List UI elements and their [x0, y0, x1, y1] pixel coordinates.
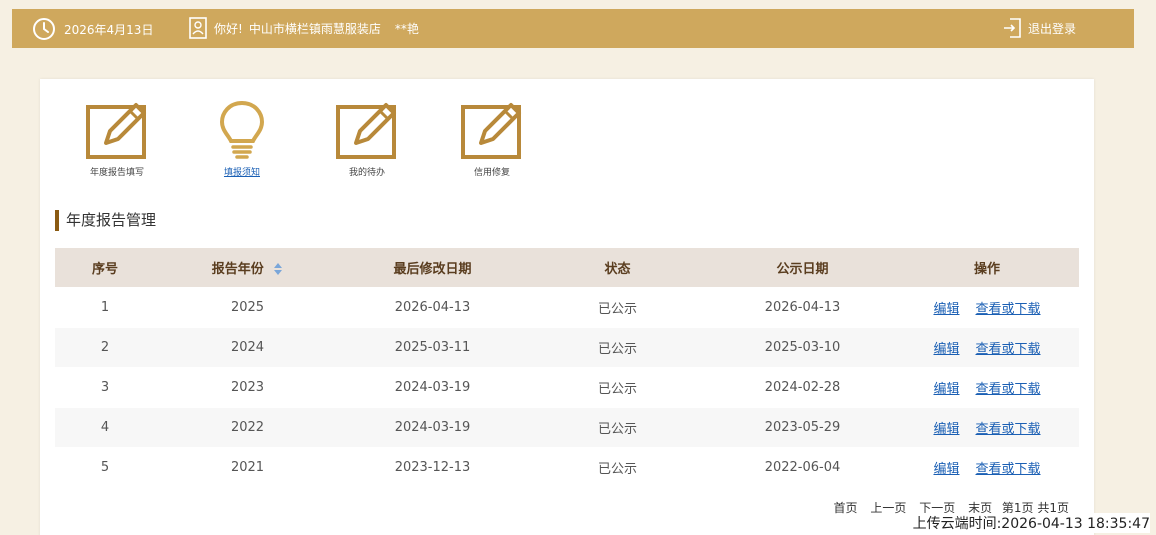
section-title: 年度报告管理	[55, 210, 156, 231]
lightbulb-icon	[219, 100, 265, 159]
cell-actions: 编辑 查看或下载	[895, 286, 1079, 328]
main-card: 年度报告填写 填报须知 我的待办 信用修复 年度报告管理 序号 报告年份 最后修…	[40, 79, 1094, 535]
col-header-year-label: 报告年份	[211, 261, 264, 277]
cell-published: 2025-03-10	[710, 326, 895, 368]
cell-modified: 2023-12-13	[340, 446, 525, 488]
col-header-modified: 最后修改日期	[340, 248, 525, 287]
cell-status: 已公示	[525, 366, 710, 408]
cell-year: 2025	[155, 286, 340, 328]
user-card-icon	[189, 17, 207, 39]
col-header-year[interactable]: 报告年份	[155, 248, 340, 287]
cell-year: 2023	[155, 366, 340, 408]
cell-modified: 2024-03-19	[340, 406, 525, 448]
company-name: 中山市横栏镇雨慧服装店	[248, 21, 381, 36]
edit-icon	[86, 103, 146, 159]
cell-no: 2	[55, 326, 155, 368]
col-header-status: 状态	[525, 248, 710, 287]
table-row: 1 2025 2026-04-13 已公示 2026-04-13 编辑 查看或下载	[55, 286, 1079, 328]
edit-icon	[336, 103, 396, 159]
quick-link-label: 信用修复	[473, 168, 510, 178]
cell-actions: 编辑 查看或下载	[895, 446, 1079, 488]
view-download-link[interactable]: 查看或下载	[976, 382, 1041, 397]
cell-published: 2022-06-04	[710, 446, 895, 488]
cell-year: 2024	[155, 326, 340, 368]
edit-icon	[461, 103, 521, 159]
sort-icon[interactable]	[273, 262, 283, 276]
pager-prev[interactable]: 上一页	[870, 501, 906, 515]
cell-status: 已公示	[525, 326, 710, 368]
cell-actions: 编辑 查看或下载	[895, 366, 1079, 408]
upload-time-watermark: 上传云端时间:2026-04-13 18:35:47	[912, 513, 1150, 533]
quick-link-my-todo[interactable]: 我的待办	[322, 99, 412, 178]
clock-icon	[33, 18, 55, 40]
cell-no: 4	[55, 406, 155, 448]
view-download-link[interactable]: 查看或下载	[976, 342, 1041, 357]
pager-first[interactable]: 首页	[834, 501, 858, 515]
cell-published: 2026-04-13	[710, 286, 895, 328]
edit-link[interactable]: 编辑	[933, 422, 959, 437]
date-text: 2026年4月13日	[64, 22, 154, 37]
cell-modified: 2026-04-13	[340, 286, 525, 328]
view-download-link[interactable]: 查看或下载	[976, 302, 1041, 317]
quick-link-label: 年度报告填写	[89, 168, 144, 178]
table-row: 5 2021 2023-12-13 已公示 2022-06-04 编辑 查看或下载	[55, 446, 1079, 488]
logout-button[interactable]: 退出登录	[1002, 17, 1076, 39]
user-name: **艳	[394, 21, 419, 36]
cell-status: 已公示	[525, 286, 710, 328]
cell-year: 2021	[155, 446, 340, 488]
cell-status: 已公示	[525, 406, 710, 448]
date-display: 2026年4月13日	[32, 17, 153, 41]
cell-actions: 编辑 查看或下载	[895, 406, 1079, 448]
table-row: 4 2022 2024-03-19 已公示 2023-05-29 编辑 查看或下载	[55, 406, 1079, 448]
view-download-link[interactable]: 查看或下载	[976, 462, 1041, 477]
cell-year: 2022	[155, 406, 340, 448]
cell-no: 3	[55, 366, 155, 408]
cell-status: 已公示	[525, 446, 710, 488]
logout-label: 退出登录	[1027, 21, 1076, 36]
quick-link-label: 填报须知	[223, 168, 260, 178]
quick-link-credit-repair[interactable]: 信用修复	[447, 99, 537, 178]
edit-link[interactable]: 编辑	[933, 342, 959, 357]
table-row: 3 2023 2024-03-19 已公示 2024-02-28 编辑 查看或下载	[55, 366, 1079, 408]
view-download-link[interactable]: 查看或下载	[976, 422, 1041, 437]
greeting-text: 你好!	[214, 21, 243, 36]
table-header-row: 序号 报告年份 最后修改日期 状态 公示日期 操作	[55, 248, 1079, 287]
cell-published: 2024-02-28	[710, 366, 895, 408]
annual-report-table: 序号 报告年份 最后修改日期 状态 公示日期 操作 1 2025 2026-04…	[55, 248, 1079, 488]
cell-published: 2023-05-29	[710, 406, 895, 448]
cell-no: 1	[55, 286, 155, 328]
user-greeting: 你好! 中山市横栏镇雨慧服装店 **艳	[188, 16, 419, 40]
cell-modified: 2024-03-19	[340, 366, 525, 408]
logout-icon	[1003, 18, 1021, 38]
edit-link[interactable]: 编辑	[933, 302, 959, 317]
col-header-published: 公示日期	[710, 248, 895, 287]
col-header-actions: 操作	[895, 248, 1079, 287]
col-header-no: 序号	[55, 248, 155, 287]
cell-no: 5	[55, 446, 155, 488]
table-row: 2 2024 2025-03-11 已公示 2025-03-10 编辑 查看或下载	[55, 326, 1079, 368]
top-bar: 2026年4月13日 你好! 中山市横栏镇雨慧服装店 **艳 退出登录	[12, 9, 1134, 48]
cell-actions: 编辑 查看或下载	[895, 326, 1079, 368]
cell-modified: 2025-03-11	[340, 326, 525, 368]
edit-link[interactable]: 编辑	[933, 462, 959, 477]
quick-link-label: 我的待办	[348, 168, 385, 178]
quick-link-filing-notice[interactable]: 填报须知	[197, 99, 287, 178]
quick-link-annual-report[interactable]: 年度报告填写	[72, 99, 162, 178]
edit-link[interactable]: 编辑	[933, 382, 959, 397]
